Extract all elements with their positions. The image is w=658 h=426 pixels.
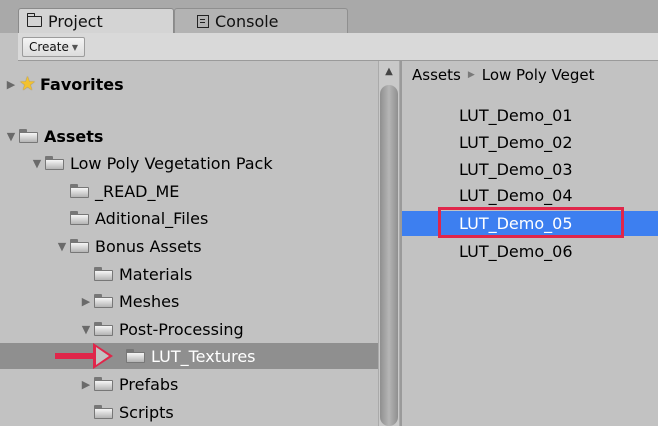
file-item-lut-demo-02[interactable]: LUT_Demo_02 — [402, 130, 658, 155]
collapse-arrow-icon[interactable]: ▼ — [81, 323, 91, 336]
tree-item-label: Favorites — [40, 74, 124, 94]
file-list-panel: Assets ▶ Low Poly Veget LUT_Demo_01 LUT_… — [402, 61, 658, 426]
folder-icon — [19, 129, 38, 143]
file-item-lut-demo-06[interactable]: LUT_Demo_06 — [402, 239, 658, 264]
breadcrumb-separator-icon: ▶ — [467, 69, 475, 80]
tree-item-bonus-assets[interactable]: ▼ Bonus Assets — [0, 233, 435, 259]
file-item-lut-demo-01[interactable]: LUT_Demo_01 — [402, 103, 658, 128]
tree-item-label: Prefabs — [119, 374, 179, 394]
folder-icon — [94, 405, 113, 419]
tree-item-label: Low Poly Vegetation Pack — [70, 153, 273, 173]
tree-item-label: Assets — [44, 126, 104, 146]
tree-item-label: Scripts — [119, 402, 174, 422]
red-arrow-shaft — [55, 353, 93, 359]
tree-item-label: Materials — [119, 264, 193, 284]
expand-arrow-icon[interactable]: ▶ — [6, 78, 16, 91]
file-item-lut-demo-03[interactable]: LUT_Demo_03 — [402, 157, 658, 182]
folder-icon — [70, 239, 89, 253]
tab-console[interactable]: Console — [174, 8, 348, 33]
tree-item-low-poly-vegetation-pack[interactable]: ▼ Low Poly Vegetation Pack — [0, 150, 410, 176]
collapse-arrow-icon[interactable]: ▼ — [6, 130, 16, 143]
file-item-label: LUT_Demo_03 — [459, 160, 573, 179]
collapse-arrow-icon[interactable]: ▼ — [57, 240, 67, 253]
expand-arrow-icon[interactable]: ▶ — [81, 295, 91, 308]
folder-icon — [70, 184, 89, 198]
folder-icon — [70, 211, 89, 225]
tab-project[interactable]: Project — [18, 8, 174, 33]
tree-scrollbar[interactable]: ▲ — [378, 61, 400, 426]
tab-project-label: Project — [48, 11, 103, 31]
file-item-label: LUT_Demo_06 — [459, 242, 573, 261]
file-item-label: LUT_Demo_04 — [459, 186, 573, 205]
file-item-lut-demo-04[interactable]: LUT_Demo_04 — [402, 183, 658, 208]
scroll-up-arrow-icon[interactable]: ▲ — [379, 61, 399, 83]
folder-icon — [94, 322, 113, 336]
folder-tree: ▶ ★ Favorites ▼ Assets ▼ Low Poly Vegeta… — [0, 61, 504, 426]
tree-item-label: Bonus Assets — [95, 236, 202, 256]
tree-item-label: Meshes — [119, 291, 180, 311]
tab-bar: Project Console — [0, 0, 658, 33]
tree-item-label: _READ_ME — [95, 181, 180, 201]
project-toolbar: Create ▼ — [18, 33, 658, 61]
console-icon — [197, 14, 209, 28]
highlight-box — [438, 207, 624, 238]
dropdown-caret-icon: ▼ — [71, 42, 79, 52]
breadcrumb-assets[interactable]: Assets — [412, 66, 461, 84]
create-button-label: Create — [29, 40, 69, 54]
red-arrow-icon — [93, 343, 113, 369]
star-icon: ★ — [19, 72, 37, 95]
collapse-arrow-icon[interactable]: ▼ — [32, 157, 42, 170]
folder-icon — [126, 349, 145, 363]
breadcrumb: Assets ▶ Low Poly Veget — [402, 61, 658, 88]
breadcrumb-low-poly[interactable]: Low Poly Veget — [482, 66, 595, 84]
create-button[interactable]: Create ▼ — [22, 37, 86, 57]
folder-icon — [45, 156, 64, 170]
file-item-label: LUT_Demo_01 — [459, 106, 573, 125]
scrollbar-thumb[interactable] — [380, 85, 398, 426]
tree-item-assets[interactable]: ▼ Assets — [0, 123, 384, 149]
tree-item-label: LUT_Textures — [151, 346, 256, 366]
tab-console-label: Console — [215, 11, 279, 31]
expand-arrow-icon[interactable]: ▶ — [81, 378, 91, 391]
folder-icon — [94, 267, 113, 281]
folder-icon — [94, 294, 113, 308]
tree-item-label: Aditional_Files — [95, 208, 209, 228]
folder-icon — [26, 12, 42, 27]
file-item-label: LUT_Demo_02 — [459, 133, 573, 152]
tree-item-favorites[interactable]: ▶ ★ Favorites — [0, 71, 384, 97]
tree-item-label: Post-Processing — [119, 319, 244, 339]
folder-icon — [94, 377, 113, 391]
